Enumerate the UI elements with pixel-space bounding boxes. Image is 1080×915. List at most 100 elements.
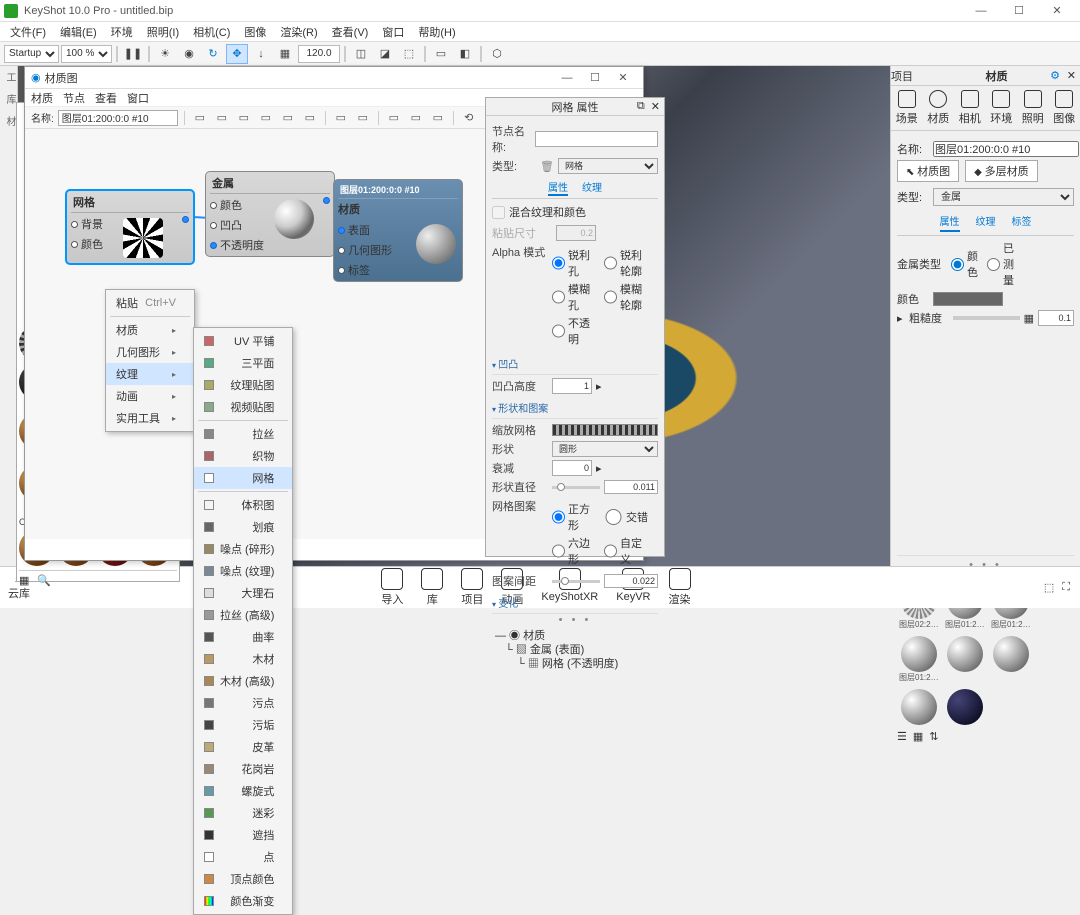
move-icon[interactable]: ✥: [226, 44, 248, 64]
rough-slider[interactable]: [953, 316, 1020, 320]
numeric-input[interactable]: [298, 45, 340, 63]
tree-root[interactable]: 材质: [523, 630, 545, 642]
alpha-blur-hole[interactable]: 模糊孔: [552, 281, 596, 313]
workspace-tab[interactable]: 工: [0, 66, 19, 88]
mg-menu-view[interactable]: 查看: [95, 90, 117, 106]
tab-lighting[interactable]: 照明: [1022, 90, 1044, 126]
recent-thumb[interactable]: 图层01:20...: [899, 636, 939, 683]
tool-icon[interactable]: ◪: [374, 44, 396, 64]
pat-square[interactable]: 正方形: [552, 501, 596, 533]
menu-lighting[interactable]: 照明(I): [141, 22, 185, 42]
delete-icon[interactable]: 🗑: [540, 160, 554, 173]
subtab-label[interactable]: 标签: [1012, 213, 1032, 232]
pause-icon[interactable]: ❚❚: [122, 44, 144, 64]
minimize-button[interactable]: —: [553, 72, 581, 84]
grid-icon[interactable]: ▦: [274, 44, 296, 64]
close-icon[interactable]: ✕: [651, 100, 660, 113]
ctx-item[interactable]: 大理石: [194, 582, 292, 604]
recent-thumb[interactable]: [945, 689, 985, 725]
fullscreen-icon[interactable]: ⛶: [1062, 581, 1070, 594]
spacing-slider[interactable]: [552, 580, 600, 583]
tb-icon[interactable]: ▭: [235, 110, 253, 126]
mat-type-select[interactable]: 金属: [933, 188, 1074, 206]
tool-icon[interactable]: ◧: [454, 44, 476, 64]
close-icon[interactable]: ✕: [1067, 69, 1076, 82]
ctx-item[interactable]: 点: [194, 846, 292, 868]
ctx-brush[interactable]: 拉丝: [194, 423, 292, 445]
atten-input[interactable]: [552, 460, 592, 476]
subtab-attr[interactable]: 属性: [940, 213, 960, 232]
ctx-uv-tile[interactable]: UV 平铺: [194, 330, 292, 352]
ctx-item[interactable]: 遮挡: [194, 824, 292, 846]
tool-icon[interactable]: ◫: [350, 44, 372, 64]
pat-hex[interactable]: 六边形: [552, 535, 596, 567]
ctx-item[interactable]: 皮革: [194, 736, 292, 758]
menu-file[interactable]: 文件(F): [4, 22, 52, 42]
btab-import[interactable]: 导入: [381, 568, 403, 607]
tool-icon[interactable]: ⬚: [398, 44, 420, 64]
ctx-fabric[interactable]: 织物: [194, 445, 292, 467]
open-graph-button[interactable]: ⬉ 材质图: [897, 160, 959, 182]
color-swatch[interactable]: [933, 292, 1003, 306]
node-name-input[interactable]: [535, 131, 658, 147]
ctx-utility[interactable]: 实用工具▸: [106, 407, 194, 429]
node-metal[interactable]: 金属 颜色 凹凸 不透明度: [205, 171, 335, 257]
metal-type-measured[interactable]: 已测量: [987, 240, 1019, 288]
ctx-mesh[interactable]: 网格: [194, 467, 292, 489]
spacing-input[interactable]: [604, 574, 658, 588]
ctx-animation[interactable]: 动画▸: [106, 385, 194, 407]
gear-icon[interactable]: ⚙: [1050, 69, 1060, 82]
ctx-material[interactable]: 材质▸: [106, 319, 194, 341]
close-button[interactable]: ✕: [609, 71, 637, 84]
tab-material[interactable]: 材质: [927, 90, 949, 126]
shape-select[interactable]: 圆形: [552, 441, 658, 457]
ctx-item[interactable]: 顶点颜色: [194, 868, 292, 890]
tb-icon[interactable]: ▭: [385, 110, 403, 126]
sort-icon[interactable]: ⇅: [929, 730, 938, 743]
ctx-item[interactable]: 拉丝 (高级): [194, 604, 292, 626]
recent-thumb[interactable]: [899, 689, 939, 725]
ctx-item[interactable]: 污垢: [194, 714, 292, 736]
mg-menu-material[interactable]: 材质: [31, 90, 53, 106]
list-icon[interactable]: ☰: [897, 730, 907, 743]
metal-type-color[interactable]: 颜色: [951, 248, 983, 280]
multi-mat-button[interactable]: ◆ 多层材质: [965, 160, 1037, 182]
ctx-item[interactable]: 噪点 (纹理): [194, 560, 292, 582]
tb-icon[interactable]: ▭: [257, 110, 275, 126]
bump-input[interactable]: [552, 378, 592, 394]
refresh-icon[interactable]: ↻: [202, 44, 224, 64]
ctx-item[interactable]: 污点: [194, 692, 292, 714]
tool-icon[interactable]: ⬡: [486, 44, 508, 64]
diam-input[interactable]: [604, 480, 658, 494]
node-mesh[interactable]: 网格 背景 颜色: [65, 189, 195, 265]
tb-icon[interactable]: ▭: [332, 110, 350, 126]
ctx-video[interactable]: 视频贴图: [194, 396, 292, 418]
ctx-item[interactable]: 迷彩: [194, 802, 292, 824]
tb-icon[interactable]: ▭: [407, 110, 425, 126]
alpha-sharp-edge[interactable]: 锐利轮廓: [604, 247, 648, 279]
alpha-blur-edge[interactable]: 模糊轮廓: [604, 281, 648, 313]
node-material[interactable]: 图层01:200:0:0 #10 材质 表面 几何图形 标签: [333, 179, 463, 282]
zoom-select[interactable]: 100 %: [61, 45, 112, 63]
tb-icon[interactable]: ▭: [279, 110, 297, 126]
menu-window[interactable]: 窗口: [376, 22, 410, 42]
undock-icon[interactable]: ⧉: [637, 100, 645, 113]
alpha-opaque[interactable]: 不透明: [552, 315, 596, 347]
ctx-item[interactable]: 体积图: [194, 494, 292, 516]
diam-slider[interactable]: [552, 486, 600, 489]
tree-mesh[interactable]: 网格 (不透明度): [542, 658, 618, 670]
alpha-sharp-hole[interactable]: 锐利孔: [552, 247, 596, 279]
tab-tex[interactable]: 纹理: [582, 179, 602, 196]
btab-library[interactable]: 库: [421, 568, 443, 607]
stepper-icon[interactable]: ▸: [596, 380, 602, 393]
menu-help[interactable]: 帮助(H): [412, 22, 461, 42]
tb-icon[interactable]: ▭: [301, 110, 319, 126]
close-button[interactable]: ✕: [1038, 1, 1076, 21]
ctx-item[interactable]: 花岗岩: [194, 758, 292, 780]
recent-thumb[interactable]: [991, 636, 1031, 683]
tex-icon[interactable]: ▦: [1024, 312, 1034, 325]
grid-view-icon[interactable]: ▦: [19, 574, 29, 587]
btab-render[interactable]: 渲染: [669, 568, 691, 607]
ctx-item[interactable]: 螺旋式: [194, 780, 292, 802]
btab-project[interactable]: 项目: [461, 568, 483, 607]
